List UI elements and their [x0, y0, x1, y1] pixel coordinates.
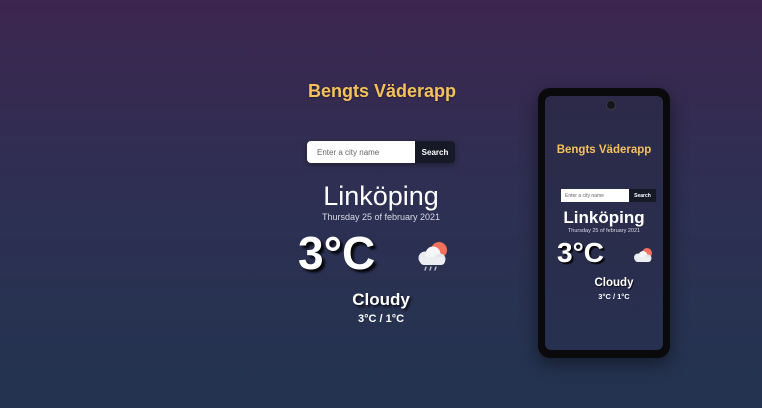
phone-temperature: 3°C	[557, 237, 604, 268]
condition-text: Cloudy	[352, 290, 410, 309]
search-button[interactable]: Search	[415, 141, 455, 163]
phone-app-title: Bengts Väderapp	[556, 144, 652, 156]
search-bar: Search	[307, 141, 455, 163]
phone-search-button[interactable]: Search	[629, 189, 656, 202]
phone-condition-text: Cloudy	[594, 277, 634, 289]
phone-temperature-range: 3°C / 1°C	[598, 292, 630, 301]
rain-drops	[424, 266, 437, 271]
phone-city-name: Linköping	[563, 208, 645, 227]
cloud-rain-sun-icon	[418, 242, 447, 271]
temperature: 3°C	[298, 227, 376, 279]
cloud-sun-icon	[634, 248, 652, 262]
phone-date-text: Thursday 25 of february 2021	[567, 228, 641, 234]
phone-mockup: Bengts Väderapp Search Linköping Thursda…	[538, 88, 670, 358]
phone-screen: Bengts Väderapp Search Linköping Thursda…	[545, 96, 663, 350]
city-name: Linköping	[323, 181, 439, 211]
app-title: Bengts Väderapp	[307, 81, 457, 101]
date-text: Thursday 25 of february 2021	[321, 212, 441, 222]
phone-search-bar: Search	[561, 189, 656, 202]
search-input[interactable]	[307, 141, 415, 163]
camera-icon	[606, 100, 616, 110]
temperature-range: 3°C / 1°C	[357, 313, 405, 325]
phone-search-input[interactable]	[561, 189, 629, 202]
